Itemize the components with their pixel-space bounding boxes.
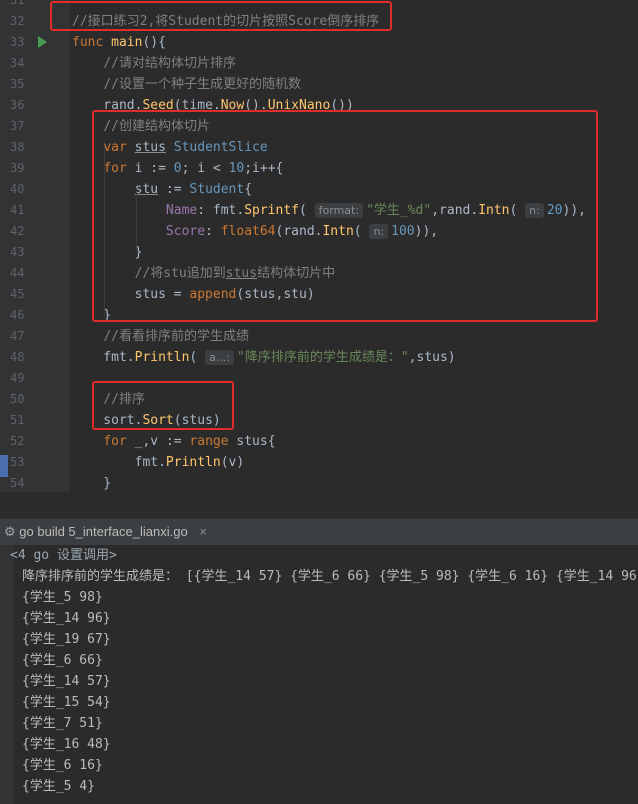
line-number: 54 bbox=[10, 476, 25, 490]
line-number: 53 bbox=[10, 455, 25, 469]
line-number: 40 bbox=[10, 182, 25, 196]
code-line[interactable]: 34 //请对结构体切片排序 bbox=[0, 53, 638, 74]
code-text: func main(){ bbox=[72, 35, 166, 50]
line-number: 34 bbox=[10, 56, 25, 70]
left-tool-strip bbox=[0, 455, 8, 477]
line-number: 48 bbox=[10, 350, 25, 364]
line-number: 36 bbox=[10, 98, 25, 112]
code-text: //设置一个种子生成更好的随机数 bbox=[103, 77, 301, 92]
code-line[interactable]: 48 fmt.Println( a...: "降序排序前的学生成绩是：",stus… bbox=[0, 347, 638, 368]
code-text: fmt.Println(v) bbox=[72, 455, 245, 470]
editor-separator bbox=[0, 492, 638, 518]
close-icon[interactable]: × bbox=[199, 524, 207, 539]
line-number: 50 bbox=[10, 392, 25, 406]
code-text: } bbox=[72, 476, 112, 491]
line-number: 38 bbox=[10, 140, 25, 154]
line-number: 41 bbox=[10, 203, 25, 217]
line-number: 32 bbox=[10, 14, 25, 28]
run-console[interactable]: <4 go 设置调用> 降序排序前的学生成绩是： [{学生_14 57} {学生_… bbox=[0, 545, 638, 804]
line-number: 35 bbox=[10, 77, 25, 91]
run-tab[interactable]: ⚙ go build 5_interface_lianxi.go × bbox=[4, 523, 207, 541]
annotation-box-sort bbox=[92, 381, 234, 430]
run-gutter-icon[interactable] bbox=[38, 36, 47, 48]
run-tab-label: go build 5_interface_lianxi.go bbox=[19, 524, 188, 539]
line-number: 45 bbox=[10, 287, 25, 301]
code-text: fmt.Println( a...: "降序排序前的学生成绩是：",stus) bbox=[72, 350, 456, 365]
line-number: 39 bbox=[10, 161, 25, 175]
code-line[interactable]: 35 //设置一个种子生成更好的随机数 bbox=[0, 74, 638, 95]
annotation-box-title bbox=[50, 1, 392, 31]
code-line[interactable]: 47 //看看排序前的学生成绩 bbox=[0, 326, 638, 347]
console-output-line: {学生_5 4} bbox=[22, 779, 95, 794]
code-line[interactable]: 33 func main(){ bbox=[0, 32, 638, 53]
line-number: 37 bbox=[10, 119, 25, 133]
line-number: 47 bbox=[10, 329, 25, 343]
console-output-line: {学生_6 16} bbox=[22, 758, 103, 773]
console-output-line: {学生_16 48} bbox=[22, 737, 111, 752]
code-text: for _,v := range stus{ bbox=[103, 434, 276, 449]
console-output-line: {学生_15 54} bbox=[22, 695, 111, 710]
line-number: 33 bbox=[10, 35, 25, 49]
console-output-line: 降序排序前的学生成绩是： [{学生_14 57} {学生_6 66} {学生_5… bbox=[22, 569, 638, 584]
line-number: 43 bbox=[10, 245, 25, 259]
code-line[interactable]: 54 } bbox=[0, 473, 638, 492]
console-output-line: {学生_14 96} bbox=[22, 611, 111, 626]
code-editor[interactable]: 31 32//接口练习2,将Student的切片按照Score倒序排序 33 func… bbox=[0, 0, 638, 492]
line-number: 49 bbox=[10, 371, 25, 385]
console-output-line: {学生_7 51} bbox=[22, 716, 103, 731]
line-number: 31 bbox=[10, 0, 25, 7]
run-tool-window-header: ⚙ go build 5_interface_lianxi.go × bbox=[0, 518, 638, 546]
console-output-line: {学生_14 57} bbox=[22, 674, 111, 689]
console-output-line: {学生_6 66} bbox=[22, 653, 103, 668]
console-output-line: {学生_19 67} bbox=[22, 632, 111, 647]
code-text: //看看排序前的学生成绩 bbox=[103, 329, 249, 344]
code-line[interactable]: 53 fmt.Println(v) bbox=[0, 452, 638, 473]
annotation-box-slice bbox=[92, 110, 598, 322]
console-side-toolbar bbox=[0, 545, 14, 804]
console-output-line: {学生_5 98} bbox=[22, 590, 103, 605]
code-line[interactable]: 52 for _,v := range stus{ bbox=[0, 431, 638, 452]
line-number: 44 bbox=[10, 266, 25, 280]
line-number: 51 bbox=[10, 413, 25, 427]
code-text: //请对结构体切片排序 bbox=[103, 56, 236, 71]
console-header-line: <4 go 设置调用> bbox=[10, 548, 117, 563]
line-number: 52 bbox=[10, 434, 25, 448]
go-build-icon: ⚙ bbox=[4, 524, 16, 539]
line-number: 46 bbox=[10, 308, 25, 322]
line-number: 42 bbox=[10, 224, 25, 238]
